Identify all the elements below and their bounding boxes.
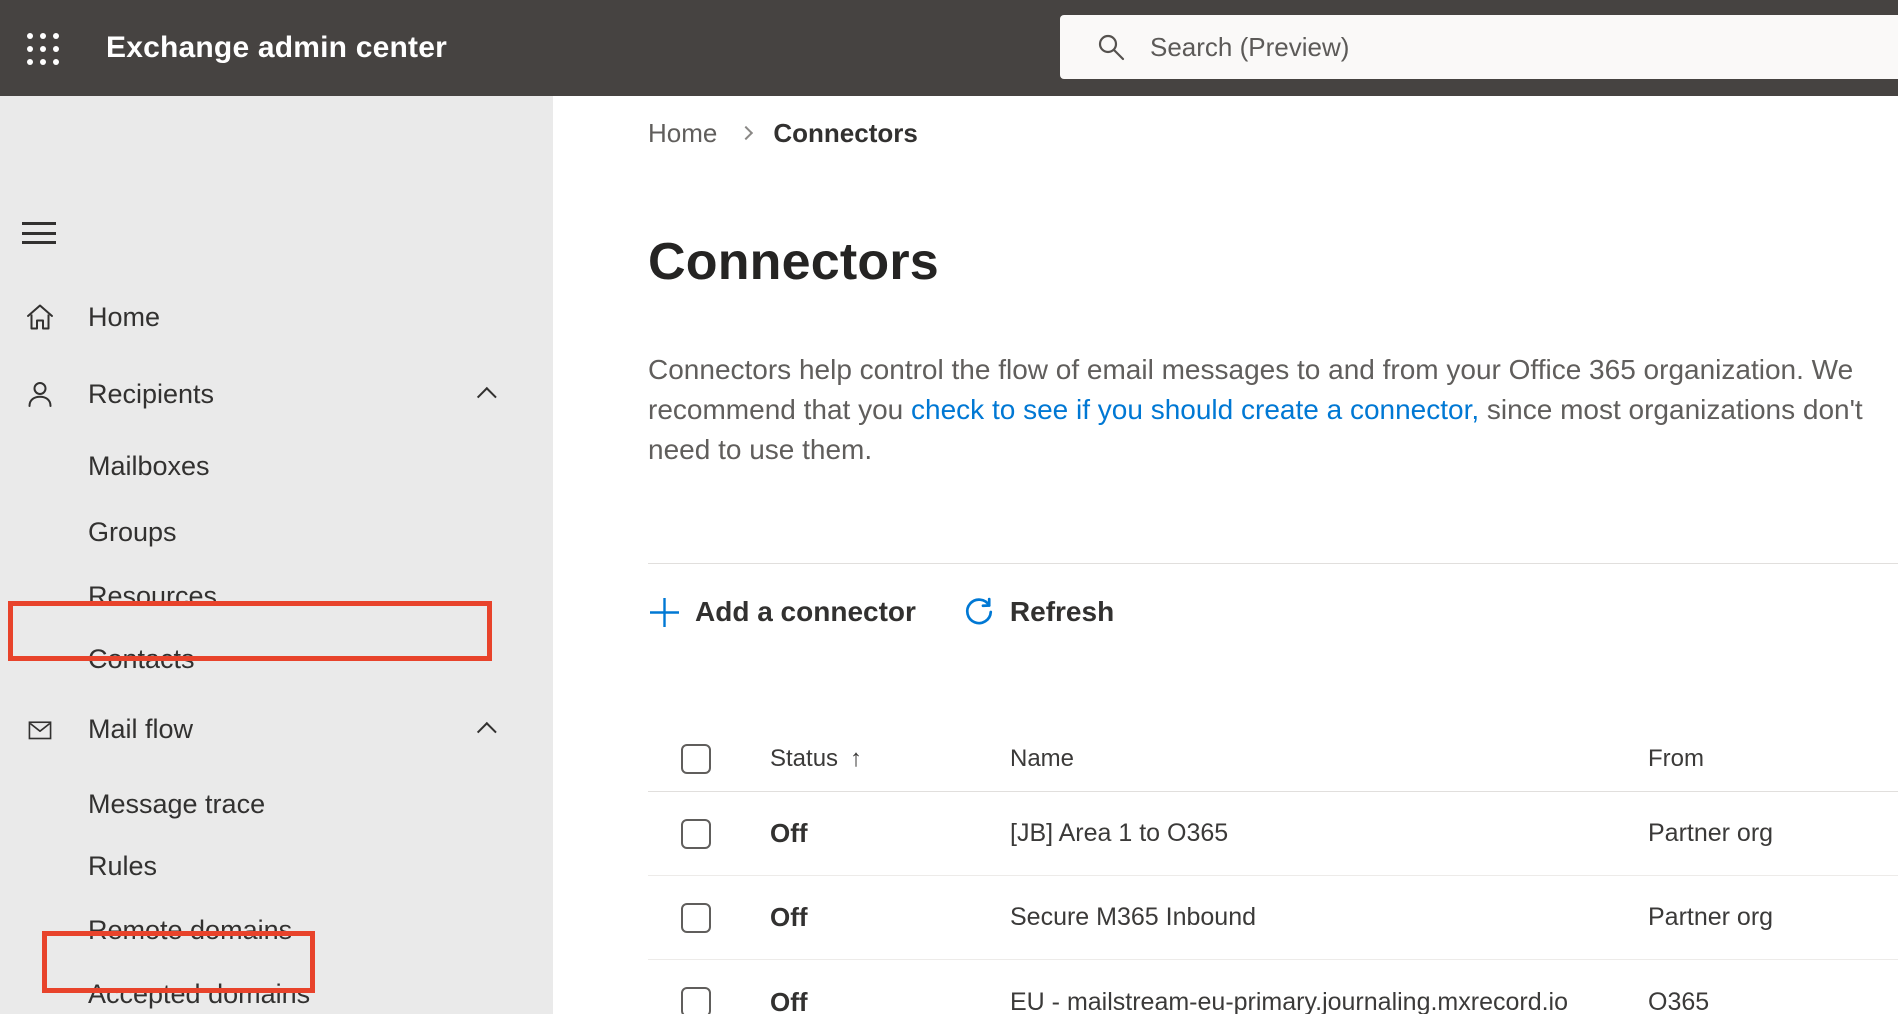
- connector-name[interactable]: EU - mailstream-eu-primary.journaling.mx…: [1010, 988, 1568, 1014]
- hamburger-menu-button[interactable]: [22, 222, 56, 244]
- page-description: Connectors help control the flow of emai…: [648, 350, 1876, 470]
- column-header-status[interactable]: Status ↑: [770, 745, 1010, 773]
- sidebar-item-label: Accepted domains: [88, 978, 311, 1009]
- sidebar-item-groups[interactable]: Groups: [0, 504, 553, 560]
- mail-icon: [28, 721, 52, 740]
- select-all-checkbox[interactable]: [681, 744, 711, 774]
- table-row[interactable]: Off Secure M365 Inbound Partner org: [648, 876, 1898, 960]
- from-value: Partner org: [1648, 903, 1774, 931]
- breadcrumb-home-link[interactable]: Home: [648, 118, 717, 149]
- page-title: Connectors: [648, 233, 939, 291]
- sidebar-item-label: Home: [88, 301, 161, 332]
- add-connector-label: Add a connector: [695, 596, 916, 627]
- connector-name[interactable]: Secure M365 Inbound: [1010, 903, 1256, 931]
- breadcrumb-current: Connectors: [773, 117, 918, 148]
- refresh-icon: [965, 597, 993, 625]
- table-header-row: Status ↑ Name From: [648, 727, 1898, 792]
- column-header-from[interactable]: From: [1648, 745, 1898, 773]
- row-checkbox[interactable]: [681, 902, 711, 933]
- from-value: Partner org: [1648, 819, 1774, 847]
- person-icon: [28, 382, 52, 407]
- sidebar-item-remote-domains[interactable]: Remote domains: [0, 902, 553, 958]
- sidebar-item-label: Recipients: [88, 378, 215, 409]
- status-value: Off: [770, 818, 808, 848]
- search-icon: [1098, 34, 1125, 61]
- app-title: Exchange admin center: [106, 31, 447, 64]
- sidebar-nav: Home Recipients Mailboxes Groups Resourc…: [0, 96, 553, 1014]
- breadcrumb-chevron-icon: [739, 125, 754, 141]
- hamburger-icon: [22, 222, 56, 225]
- connectors-table: Status ↑ Name From Off [JB] Area 1 to O3…: [648, 727, 1898, 1014]
- sort-ascending-icon: ↑: [850, 745, 863, 772]
- sidebar-item-accepted-domains[interactable]: Accepted domains: [0, 966, 553, 1014]
- sidebar-item-label: Message trace: [88, 788, 266, 819]
- sidebar-item-label: Contacts: [88, 643, 195, 674]
- toolbar-divider: [648, 563, 1898, 564]
- connector-name[interactable]: [JB] Area 1 to O365: [1010, 819, 1228, 847]
- sidebar-item-label: Rules: [88, 850, 158, 881]
- create-connector-check-link[interactable]: check to see if you should create a conn…: [911, 394, 1479, 425]
- refresh-label: Refresh: [1009, 596, 1115, 627]
- breadcrumb: Home Connectors: [648, 116, 918, 150]
- sidebar-item-resources[interactable]: Resources: [0, 568, 553, 624]
- top-app-bar: Exchange admin center: [0, 0, 1898, 96]
- sidebar-item-label: Mailboxes: [88, 450, 210, 481]
- sidebar-item-mail-flow[interactable]: Mail flow: [0, 701, 553, 757]
- sidebar-item-label: Remote domains: [88, 914, 293, 945]
- chevron-up-icon[interactable]: [476, 386, 497, 407]
- status-value: Off: [770, 902, 808, 932]
- table-row[interactable]: Off EU - mailstream-eu-primary.journalin…: [648, 960, 1898, 1014]
- refresh-button[interactable]: Refresh: [962, 595, 1114, 629]
- exchange-admin-center-window: Exchange admin center Home Reci: [0, 0, 1898, 1014]
- toolbar: Add a connector Refresh: [648, 588, 1114, 636]
- search-box[interactable]: [1060, 15, 1898, 79]
- sidebar-item-message-trace[interactable]: Message trace: [0, 776, 553, 832]
- column-header-name[interactable]: Name: [1010, 745, 1648, 773]
- sidebar-item-rules[interactable]: Rules: [0, 838, 553, 894]
- sidebar-item-home[interactable]: Home: [0, 289, 553, 345]
- app-launcher-button[interactable]: [14, 20, 72, 78]
- home-icon: [27, 304, 53, 330]
- sidebar-item-mailboxes[interactable]: Mailboxes: [0, 438, 553, 494]
- waffle-icon: [27, 33, 59, 65]
- sidebar-item-label: Resources: [88, 580, 218, 611]
- sidebar-item-label: Groups: [88, 516, 177, 547]
- chevron-up-icon[interactable]: [476, 721, 497, 742]
- add-connector-button[interactable]: Add a connector: [648, 596, 916, 629]
- sidebar-item-contacts[interactable]: Contacts: [0, 631, 553, 687]
- plus-icon: [650, 597, 679, 627]
- table-row[interactable]: Off [JB] Area 1 to O365 Partner org: [648, 792, 1898, 876]
- row-checkbox[interactable]: [681, 987, 711, 1014]
- sidebar-item-recipients[interactable]: Recipients: [0, 366, 553, 422]
- search-input[interactable]: [1150, 31, 1750, 63]
- row-checkbox[interactable]: [681, 818, 711, 849]
- status-value: Off: [770, 986, 808, 1014]
- from-value: O365: [1648, 987, 1710, 1014]
- sidebar-item-label: Mail flow: [88, 713, 194, 744]
